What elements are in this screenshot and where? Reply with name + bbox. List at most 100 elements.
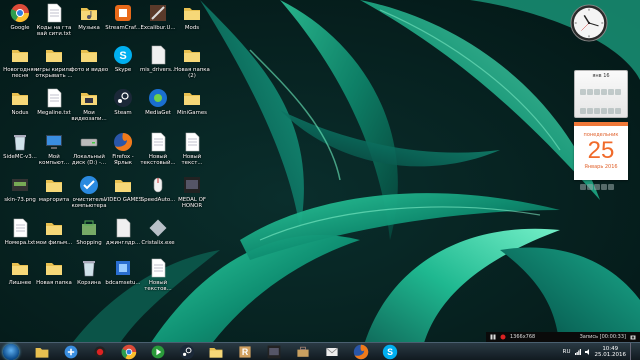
calendar-day-cell[interactable]	[586, 89, 593, 95]
clock-gadget[interactable]	[570, 4, 608, 42]
calendar-gadget[interactable]: янв 16 понедельник 25 Январь 2016	[574, 70, 628, 192]
desktop-icon[interactable]: Nodus	[3, 88, 37, 132]
calendar-month-year: Январь 2016	[584, 164, 618, 170]
calendar-day-cell[interactable]	[607, 108, 614, 114]
desktop-icon[interactable]: Новогодняя песня	[3, 45, 37, 89]
desktop-icon-label: Новая папка (2)	[174, 67, 210, 79]
desktop-icon[interactable]: VIDEO GAMES	[104, 175, 142, 219]
network-icon[interactable]	[574, 349, 581, 355]
calendar-day-cell[interactable]	[614, 89, 621, 95]
folder-icon	[79, 45, 99, 65]
desktop-icon[interactable]: MEDAL OF HONOR	[175, 175, 209, 219]
desktop-icon[interactable]: Новый текстов...	[141, 258, 175, 302]
calendar-day-cell[interactable]	[607, 184, 614, 190]
desktop-icon[interactable]: Мои видеозапи...	[71, 88, 107, 132]
desktop-icon[interactable]: очиститель компьютера	[71, 175, 107, 219]
calendar-day-cell[interactable]	[593, 89, 600, 95]
taskbar-mail-button[interactable]	[324, 344, 340, 360]
calendar-day-view: понедельник 25 Январь 2016	[574, 122, 628, 180]
screen-recorder-bar: 1366x768 Запись [00:00:33]	[486, 332, 640, 342]
calendar-day-cell[interactable]	[607, 89, 614, 95]
taskbar-chrome-button[interactable]	[121, 344, 137, 360]
desktop-icon[interactable]: Новая папка	[36, 258, 72, 302]
desktop-icon[interactable]: skin-73.png	[3, 175, 37, 219]
desktop-icon[interactable]: Cristalix.exe	[141, 218, 175, 262]
calendar-day-cell[interactable]	[614, 108, 621, 114]
desktop-icon[interactable]: Номера.txt	[3, 218, 37, 262]
start-button[interactable]	[3, 344, 19, 360]
calendar-day-cell[interactable]	[600, 184, 607, 190]
calendar-day-cell[interactable]	[600, 108, 607, 114]
calendar-day-cell[interactable]	[579, 89, 586, 95]
desktop-icon[interactable]: bdcamsetu...	[105, 258, 141, 302]
desktop-icon[interactable]: Megaline.txt	[37, 88, 71, 132]
desktop-icon[interactable]: джинглдр...	[106, 218, 140, 262]
calendar-day-cell[interactable]	[593, 108, 600, 114]
desktop-icon[interactable]: Mods	[175, 3, 209, 47]
desktop-icon[interactable]: Локальный диск (D:) -...	[72, 132, 106, 176]
desktop-icon[interactable]: StreamCraf...	[105, 3, 141, 47]
desktop-icon[interactable]: Музыка	[72, 3, 106, 47]
taskbar-record-button[interactable]	[92, 344, 108, 360]
desktop-icon[interactable]: SpeedAuto...	[141, 175, 175, 219]
desktop-icon[interactable]: Коды на гта вай сити.txt	[37, 3, 71, 47]
file-icon	[113, 218, 133, 238]
desktop-icon[interactable]: SideMC-v3...	[3, 132, 37, 176]
desktop-icon-label: Коды на гта вай сити.txt	[36, 25, 72, 37]
desktop-icon[interactable]: mis_drivers...	[140, 45, 176, 89]
show-desktop-button[interactable]	[630, 343, 636, 360]
folder-icon	[44, 45, 64, 65]
language-indicator[interactable]: RU	[563, 349, 571, 355]
toolbox-icon	[295, 344, 311, 360]
desktop-icon[interactable]: Firefox - Ярлык	[106, 132, 140, 176]
desktop-icon[interactable]: Мой компьют...	[37, 132, 71, 176]
desktop-icon[interactable]: игры кирила открывать ...	[35, 45, 73, 89]
desktop-icon[interactable]: Новый текстовый...	[140, 132, 176, 176]
mail-icon	[324, 344, 340, 360]
calendar-day-cell[interactable]	[600, 89, 607, 95]
calendar-day-cell[interactable]	[586, 184, 593, 190]
skype-icon: S	[113, 45, 133, 65]
desktop-icon[interactable]: Новый текст...	[175, 132, 209, 176]
taskbar-steam-button[interactable]	[179, 344, 195, 360]
desktop-icon[interactable]: Google	[3, 3, 37, 47]
text-file-icon	[44, 88, 64, 108]
desktop-icon-label: Megaline.txt	[37, 110, 71, 116]
taskbar-media-center-button[interactable]	[150, 344, 166, 360]
desktop-icon[interactable]: фото и видео	[70, 45, 108, 89]
taskbar-toolbox-button[interactable]	[295, 344, 311, 360]
camera-icon[interactable]	[630, 334, 636, 340]
desktop-icon[interactable]: S Skype	[106, 45, 140, 89]
desktop-icon[interactable]: MediaGet	[141, 88, 175, 132]
desktop-icon[interactable]: Excalibur.U...	[140, 3, 176, 47]
desktop-icon[interactable]: Корзина	[72, 258, 106, 302]
taskbar-roblox-button[interactable]: R	[237, 344, 253, 360]
calendar-day-cell[interactable]	[593, 184, 600, 190]
volume-icon[interactable]	[584, 349, 591, 355]
calendar-day-cell[interactable]	[586, 108, 593, 114]
folder-icon	[182, 88, 202, 108]
taskbar-game-button[interactable]	[266, 344, 282, 360]
taskbar-clock[interactable]: 10:49 25.01.2016	[595, 346, 627, 359]
pause-icon[interactable]	[490, 334, 496, 340]
calendar-day-cell[interactable]	[579, 108, 586, 114]
taskbar: R S RU 10:49 25.01.2016	[0, 342, 640, 360]
text-file-icon	[182, 132, 202, 152]
desktop-icon[interactable]: Лишнее	[3, 258, 37, 302]
desktop-icon[interactable]: Новая папка (2)	[174, 45, 210, 89]
desktop-icon[interactable]: маргорита	[37, 175, 71, 219]
taskbar-firefox-button[interactable]	[353, 344, 369, 360]
desktop-icon[interactable]: Shopping	[72, 218, 106, 262]
record-icon[interactable]	[500, 334, 506, 340]
taskbar-apps-button[interactable]	[63, 344, 79, 360]
record-icon	[92, 344, 108, 360]
taskbar-explorer-button[interactable]	[34, 344, 50, 360]
taskbar-skype-button[interactable]: S	[382, 344, 398, 360]
folder-icon	[44, 218, 64, 238]
calendar-day-cell[interactable]	[579, 184, 586, 190]
desktop-icon[interactable]: мои фильм...	[36, 218, 72, 262]
desktop-icon-label: Steam	[114, 110, 132, 116]
desktop-icon[interactable]: MiniGames	[175, 88, 209, 132]
desktop-icon[interactable]: Steam	[106, 88, 140, 132]
taskbar-folder-button[interactable]	[208, 344, 224, 360]
